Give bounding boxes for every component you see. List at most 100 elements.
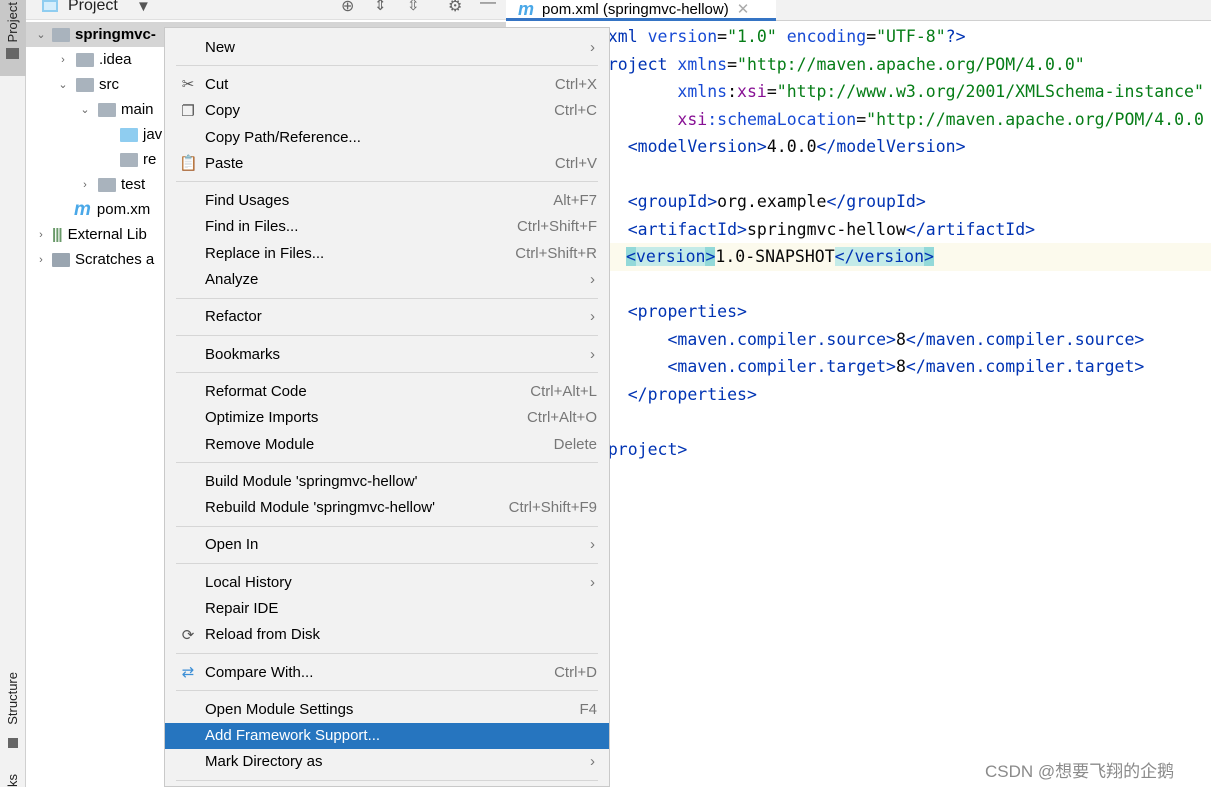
menu-item-local-history[interactable]: Local History ›	[165, 569, 609, 595]
collapse-all-icon[interactable]: ⇳	[407, 0, 420, 14]
menu-item-find-usages[interactable]: Find Usages Alt+F7	[165, 187, 609, 213]
menu-item-remove-module[interactable]: Remove Module Delete	[165, 431, 609, 457]
submenu-chevron-icon: ›	[590, 38, 595, 56]
menu-item-new[interactable]: New ›	[165, 34, 609, 60]
code-token: org.example	[717, 192, 827, 211]
close-icon[interactable]: ✕	[737, 0, 750, 18]
editor-tab-bar: m pom.xml (springmvc-hellow) ✕	[506, 0, 1211, 21]
code-token: =	[766, 82, 777, 101]
menu-item-label: Open In	[205, 536, 259, 554]
menu-item-label: Refactor	[205, 308, 262, 326]
project-tool-button[interactable]: Project	[0, 0, 26, 76]
menu-item-copy-path-reference[interactable]: Copy Path/Reference...	[165, 124, 609, 150]
code-line: <version>1.0-SNAPSHOT</version>	[606, 243, 1211, 271]
menu-item-build-module-springmvc-hellow[interactable]: Build Module 'springmvc-hellow'	[165, 468, 609, 494]
menu-item-label: Bookmarks	[205, 345, 281, 363]
chevron-icon[interactable]: ⌄	[78, 103, 92, 116]
code-token: encoding	[786, 27, 867, 46]
code-token: </artifactId>	[905, 219, 1036, 239]
divider	[176, 334, 598, 336]
code-token: version	[635, 247, 706, 266]
code-token: version	[647, 27, 718, 46]
menu-item-reload-from-disk[interactable]: ⟳ Reload from Disk	[165, 622, 609, 648]
menu-item-label: Add Framework Support...	[205, 727, 381, 745]
menu-item-open-in[interactable]: Open In ›	[165, 532, 609, 558]
menu-item-replace-in-files[interactable]: Replace in Files... Ctrl+Shift+R	[165, 240, 609, 266]
menu-item-reformat-code[interactable]: Reformat Code Ctrl+Alt+L	[165, 378, 609, 404]
submenu-chevron-icon: ›	[590, 308, 595, 326]
code-token: xsi	[677, 109, 708, 129]
code-token: </maven.compiler.target>	[905, 357, 1145, 376]
menu-item-mark-directory-as[interactable]: Mark Directory as ›	[165, 749, 609, 775]
menu-item-open-module-settings[interactable]: Open Module Settings F4	[165, 696, 609, 722]
clipboard-icon: 📋	[179, 155, 198, 173]
menu-item-refactor[interactable]: Refactor ›	[165, 304, 609, 330]
shortcut: Ctrl+D	[554, 663, 597, 681]
tab-pom-xml[interactable]: m pom.xml (springmvc-hellow) ✕	[506, 0, 776, 21]
divider	[176, 563, 598, 565]
code-token: 8	[895, 329, 906, 349]
chevron-icon[interactable]: ›	[56, 54, 70, 66]
menu-item-label: Compare With...	[205, 663, 314, 681]
code-token: xmlns	[677, 82, 728, 101]
menu-item-paste[interactable]: 📋 Paste Ctrl+V	[165, 150, 609, 176]
compare-icon: ⇄	[181, 664, 195, 682]
chevron-icon[interactable]: ⌄	[56, 78, 70, 91]
menu-item-cut[interactable]: ✂ Cut Ctrl+X	[165, 71, 609, 97]
code-token: <artifactId>	[627, 219, 747, 239]
menu-separator	[165, 648, 609, 659]
project-view-title[interactable]: Project	[68, 0, 118, 15]
tree-item-label: re	[143, 151, 157, 168]
bookmarks-tool-button[interactable]: ks	[5, 774, 20, 787]
menu-separator	[165, 60, 609, 71]
chevron-icon[interactable]: ›	[34, 254, 48, 266]
submenu-chevron-icon: ›	[590, 753, 595, 771]
code-token: =	[717, 27, 728, 46]
shortcut: Ctrl+Alt+O	[526, 409, 597, 427]
locate-icon[interactable]: ⊕	[341, 0, 354, 16]
menu-item-analyze[interactable]: Analyze ›	[165, 266, 609, 292]
menu-item-find-in-files[interactable]: Find in Files... Ctrl+Shift+F	[165, 214, 609, 240]
menu-item-label: Local History	[205, 573, 292, 591]
menu-item-label: Build Module 'springmvc-hellow'	[205, 472, 418, 490]
gear-icon[interactable]: ⚙	[448, 0, 462, 16]
menu-item-rebuild-module-springmvc-hellow[interactable]: Rebuild Module 'springmvc-hellow' Ctrl+Sh…	[165, 494, 609, 520]
chevron-icon[interactable]: ⌄	[34, 28, 48, 41]
folder-icon	[98, 177, 116, 192]
dropdown-icon[interactable]: ▼	[136, 0, 151, 15]
divider	[176, 297, 598, 299]
project-view-icon	[42, 0, 58, 12]
menu-item-optimize-imports[interactable]: Optimize Imports Ctrl+Alt+O	[165, 405, 609, 431]
structure-tool-button[interactable]: Structure	[5, 672, 20, 725]
menu-item-bookmarks[interactable]: Bookmarks ›	[165, 341, 609, 367]
menu-item-label: New	[205, 38, 236, 56]
menu-item-copy[interactable]: ❐ Copy Ctrl+C	[165, 98, 609, 124]
menu-item-add-framework-support[interactable]: Add Framework Support...	[165, 722, 609, 749]
menu-item-repair-ide[interactable]: Repair IDE	[165, 595, 609, 621]
menu-separator	[165, 330, 609, 341]
chevron-icon[interactable]: ›	[34, 229, 48, 241]
watermark: CSDN @想要飞翔的企鹅	[985, 762, 1175, 781]
expand-all-icon[interactable]: ⇕	[374, 0, 387, 14]
tree-item-label: springmvc-	[75, 26, 156, 43]
code-line: </properties>	[588, 381, 1211, 409]
code-token: =	[856, 109, 867, 129]
chevron-icon[interactable]: ›	[78, 179, 92, 191]
shortcut: Ctrl+Shift+R	[515, 244, 597, 262]
shortcut: Ctrl+X	[554, 75, 597, 93]
menu-item-label: Remove Module	[205, 435, 315, 453]
code-token: 1.0-SNAPSHOT	[715, 247, 835, 266]
code-token: >	[705, 247, 716, 266]
maven-icon: m	[518, 0, 535, 19]
menu-item-compare-with[interactable]: ⇄ Compare With... Ctrl+D	[165, 659, 609, 685]
code-token: =	[727, 54, 738, 74]
menu-separator	[165, 293, 609, 304]
menu-separator	[165, 685, 609, 696]
menu-item-label: Open Module Settings	[205, 700, 354, 718]
hide-icon[interactable]: —	[480, 0, 496, 12]
divider	[176, 652, 598, 654]
code-editor[interactable]: <?xml version="1.0" encoding="UTF-8"?> <p…	[506, 21, 1211, 787]
